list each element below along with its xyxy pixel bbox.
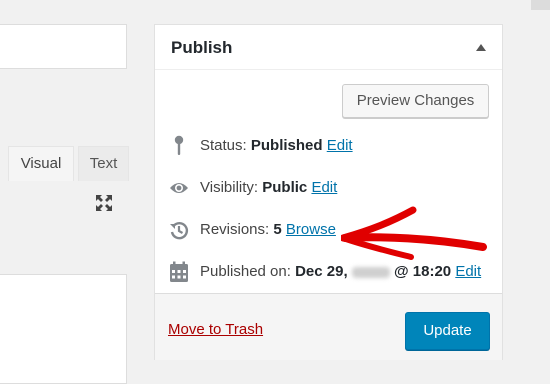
- eye-icon: [170, 183, 188, 193]
- editor-content-area[interactable]: [0, 274, 127, 384]
- status-value: Published: [250, 137, 323, 154]
- published-on-label: Published on:: [200, 263, 291, 280]
- update-button[interactable]: Update: [405, 312, 490, 350]
- pin-icon: [174, 135, 184, 155]
- history-icon: [170, 221, 189, 240]
- publish-box-footer: Move to Trash Update: [155, 293, 502, 360]
- tab-visual[interactable]: Visual: [8, 146, 74, 181]
- published-on-edit-link[interactable]: Edit: [455, 263, 481, 280]
- annotation-arrow: [341, 206, 487, 260]
- visibility-value: Public: [262, 179, 308, 196]
- visibility-label: Visibility:: [200, 179, 259, 196]
- post-title-input[interactable]: [0, 24, 127, 69]
- status-label: Status:: [200, 137, 247, 154]
- calendar-icon: [170, 261, 188, 282]
- publish-box: Publish Preview Changes Status: Publishe…: [154, 24, 503, 360]
- revisions-browse-link[interactable]: Browse: [286, 221, 336, 238]
- revisions-count: 5: [273, 221, 282, 238]
- status-edit-link[interactable]: Edit: [327, 137, 353, 154]
- publish-box-header[interactable]: Publish: [155, 25, 502, 70]
- triangle-up-icon[interactable]: [476, 44, 486, 51]
- published-time: @ 18:20: [393, 263, 452, 280]
- revisions-label: Revisions:: [200, 221, 270, 238]
- publish-box-title: Publish: [171, 38, 233, 57]
- scrollbar-thumb[interactable]: [531, 0, 550, 10]
- fullscreen-icon[interactable]: [94, 193, 114, 213]
- tab-text[interactable]: Text: [78, 146, 129, 181]
- move-to-trash-link[interactable]: Move to Trash: [168, 321, 263, 338]
- blurred-year: [351, 266, 390, 278]
- visibility-edit-link[interactable]: Edit: [311, 179, 337, 196]
- published-date-prefix: Dec 29,: [295, 263, 348, 280]
- published-date: Dec 29, @ 18:20: [295, 263, 451, 280]
- preview-changes-button[interactable]: Preview Changes: [342, 84, 489, 118]
